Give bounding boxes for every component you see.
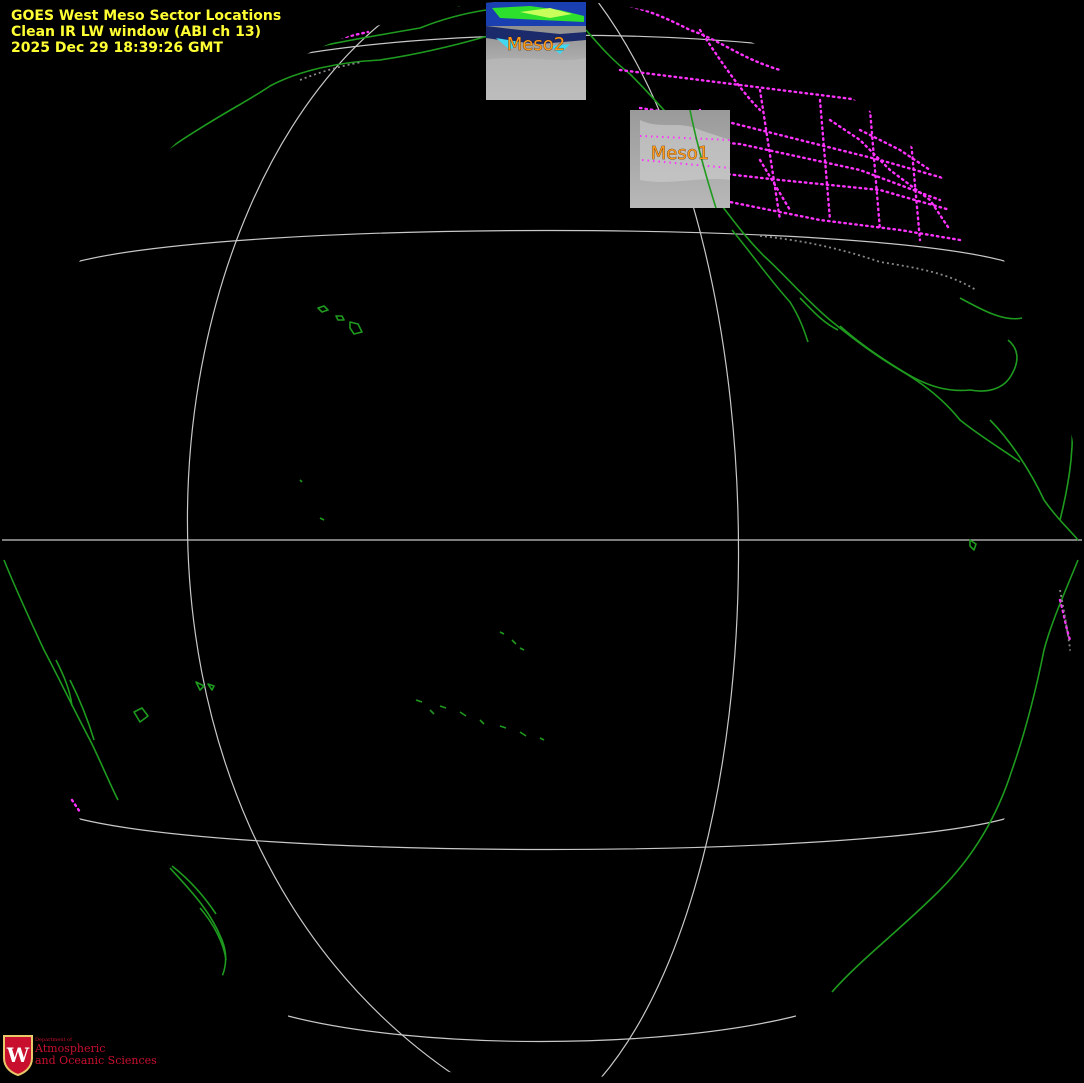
baja-coast	[731, 229, 809, 343]
meso2-label: Meso2	[507, 34, 565, 55]
parallel-30s	[75, 817, 1009, 851]
map-header: GOES West Meso Sector Locations Clean IR…	[11, 8, 281, 56]
meso2-sector: Meso2	[486, 2, 586, 100]
globe-view: Meso2 Meso1	[2, 1, 1082, 1080]
satellite-map: Meso2 Meso1 GOES West Meso Sector Locati…	[0, 0, 1084, 1080]
mexico-coast	[839, 325, 1018, 392]
hawaii-islands	[317, 305, 363, 335]
channel-subtitle: Clean IR LW window (ABI ch 13)	[11, 24, 262, 40]
pacific-islands	[299, 479, 545, 741]
parallel-60s	[287, 1015, 797, 1043]
logo-line2: and Oceanic Sciences	[35, 1053, 157, 1067]
meso1-label: Meso1	[651, 143, 709, 164]
university-crest-icon: W	[3, 1035, 33, 1077]
crest-letter: W	[6, 1043, 30, 1067]
timestamp: 2025 Dec 29 18:39:26 GMT	[11, 40, 223, 56]
department-logo: W Department of Atmospheric and Oceanic …	[2, 1032, 162, 1077]
map-title: GOES West Meso Sector Locations	[11, 8, 282, 24]
coastlines	[3, 5, 1079, 993]
central-america-coast	[989, 419, 1079, 541]
north-america-west-coast	[585, 29, 1021, 463]
south-america-coast	[831, 559, 1079, 993]
political-borders	[70, 2, 1072, 814]
meso1-sector: Meso1	[630, 109, 731, 209]
australia-east-coast	[3, 559, 119, 801]
graticule	[2, 1, 1082, 1080]
